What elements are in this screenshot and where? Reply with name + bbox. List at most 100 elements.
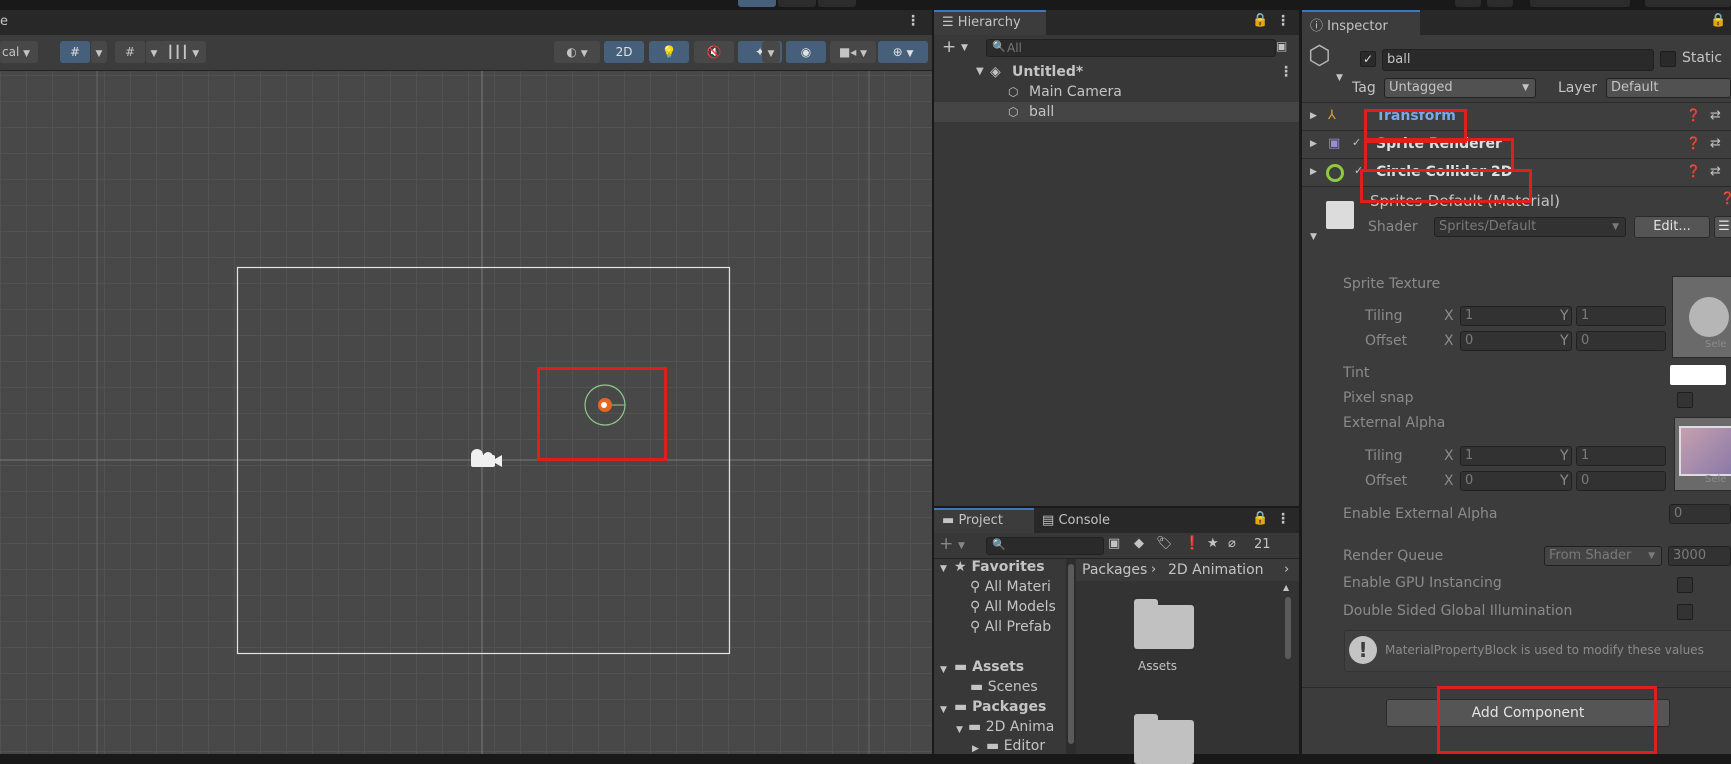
favorite-item[interactable]: ⚲ All Prefab: [970, 619, 1051, 635]
expand-arrow-icon[interactable]: ▶: [1310, 111, 1317, 121]
shader-menu-icon[interactable]: ☰: [1714, 216, 1731, 238]
chevron-down-icon[interactable]: ▼: [958, 541, 965, 551]
enabled-checkbox[interactable]: ✓: [1352, 136, 1361, 149]
assets-folder[interactable]: ▬ Assets: [954, 659, 1024, 675]
presets-icon[interactable]: ⇄: [1710, 136, 1721, 151]
scene-tab-label[interactable]: e: [0, 14, 8, 29]
expand-arrow-icon[interactable]: ▼: [956, 725, 963, 735]
sprite-texture-slot[interactable]: Sele: [1672, 276, 1731, 358]
enabled-checkbox[interactable]: ✓: [1354, 164, 1363, 177]
folder-item[interactable]: ▬ Editor: [986, 738, 1045, 754]
folder-item[interactable]: ▬ 2D Anima: [968, 719, 1054, 735]
lighting-icon[interactable]: 💡: [649, 41, 689, 63]
expand-arrow-icon[interactable]: ▶: [1310, 167, 1317, 177]
search-button[interactable]: [1487, 0, 1513, 7]
component-sprite-renderer[interactable]: ▶ ▣ ✓ Sprite Renderer ❓ ⇄: [1302, 130, 1731, 159]
shading-mode-icon[interactable]: ◐ ▼: [554, 41, 600, 63]
layout-dropdown[interactable]: [1645, 0, 1731, 7]
presets-icon[interactable]: ⇄: [1710, 164, 1721, 179]
select-button[interactable]: Sele: [1705, 474, 1726, 485]
tab-hierarchy[interactable]: ☰ Hierarchy: [934, 10, 1046, 35]
offset-y-field[interactable]: 0: [1576, 331, 1666, 351]
component-circle-collider[interactable]: ▶ ✓ Circle Collider 2D ❓ ⇄: [1302, 158, 1731, 187]
scene-viewport[interactable]: [0, 71, 932, 754]
breadcrumb-item[interactable]: Packages: [1082, 562, 1147, 578]
audio-icon[interactable]: 🔇: [694, 41, 734, 63]
star-icon[interactable]: ★: [1207, 536, 1219, 551]
folder-icon[interactable]: [1134, 599, 1194, 649]
warning-icon[interactable]: ❗: [1184, 536, 1200, 551]
enable-external-alpha-field[interactable]: 0: [1669, 504, 1731, 524]
scene-menu-icon[interactable]: ⋮: [906, 13, 920, 29]
object-name-field[interactable]: ball: [1382, 49, 1654, 71]
lock-icon[interactable]: 🔒: [1252, 511, 1268, 526]
step-button[interactable]: [818, 0, 856, 7]
chevron-down-icon[interactable]: ▼: [961, 43, 968, 53]
help-icon[interactable]: ❓: [1686, 108, 1701, 122]
render-queue-field[interactable]: 3000: [1668, 546, 1731, 566]
favorite-item[interactable]: ⚲ All Models: [970, 599, 1056, 615]
presets-icon[interactable]: ⇄: [1710, 108, 1721, 123]
layers-dropdown[interactable]: [1530, 0, 1630, 7]
project-menu-icon[interactable]: ⋮: [1276, 511, 1290, 527]
help-icon[interactable]: ❓: [1686, 136, 1701, 150]
add-component-button[interactable]: Add Component: [1386, 699, 1670, 727]
pixel-snap-checkbox[interactable]: [1677, 392, 1693, 408]
increment-snap-icon[interactable]: ┃┃┃ ▼: [160, 41, 206, 63]
hidden-packages-icon[interactable]: ⌀: [1228, 536, 1236, 551]
select-button[interactable]: Sele: [1705, 339, 1726, 350]
favorites-label[interactable]: ★ Favorites: [954, 559, 1045, 575]
chevron-down-icon[interactable]: ▼: [1336, 73, 1343, 83]
tiling-x-field[interactable]: 1: [1460, 306, 1572, 326]
hierarchy-item-main-camera[interactable]: ⬡ Main Camera: [934, 82, 1299, 102]
folder-item[interactable]: ▬ Scenes: [970, 679, 1038, 695]
external-alpha-slot[interactable]: Sele: [1674, 417, 1731, 491]
grid-visibility-icon[interactable]: #: [115, 41, 145, 63]
tag-dropdown[interactable]: Untagged ▼: [1384, 78, 1536, 98]
help-icon[interactable]: ❓: [1720, 191, 1731, 205]
scroll-up-icon[interactable]: ▲: [1283, 583, 1289, 592]
tiling-y-field[interactable]: 1: [1576, 306, 1666, 326]
add-icon[interactable]: +: [939, 534, 953, 554]
active-checkbox[interactable]: ✓: [1360, 51, 1376, 67]
gizmos-icon[interactable]: ⊕ ▼: [878, 41, 928, 63]
add-icon[interactable]: +: [942, 37, 956, 57]
expand-arrow-icon[interactable]: ▶: [972, 744, 979, 754]
double-sided-gi-checkbox[interactable]: [1677, 604, 1693, 620]
tab-project[interactable]: ▬ Project: [934, 508, 1034, 533]
chevron-down-icon[interactable]: ▼: [91, 41, 107, 63]
gameobject-icon[interactable]: ⬡: [1308, 41, 1331, 71]
pause-button[interactable]: [778, 0, 816, 7]
tiling-x-field[interactable]: 1: [1460, 446, 1572, 466]
offset-x-field[interactable]: 0: [1460, 471, 1572, 491]
packages-folder[interactable]: ▬ Packages: [954, 699, 1046, 715]
tab-inspector[interactable]: ⓘ Inspector: [1302, 10, 1420, 35]
content-scrollbar[interactable]: ▲: [1281, 583, 1295, 754]
mode-2d-toggle[interactable]: 2D: [604, 41, 644, 63]
hierarchy-search-input[interactable]: All: [986, 39, 1276, 57]
history-button[interactable]: [1455, 0, 1481, 7]
tiling-y-field[interactable]: 1: [1576, 446, 1666, 466]
gpu-instancing-checkbox[interactable]: [1677, 577, 1693, 593]
tint-color-swatch[interactable]: [1670, 365, 1726, 385]
scene-visibility-icon[interactable]: ▣: [1276, 39, 1287, 53]
static-checkbox[interactable]: [1660, 51, 1676, 67]
edit-shader-button[interactable]: Edit...: [1634, 216, 1710, 238]
camera-settings-icon[interactable]: ■◂ ▼: [830, 41, 876, 63]
hierarchy-menu-icon[interactable]: ⋮: [1276, 13, 1290, 29]
label-icon[interactable]: 🏷: [1156, 536, 1173, 551]
expand-arrow-icon[interactable]: ▼: [940, 564, 947, 574]
scene-row-menu-icon[interactable]: ⋮: [1279, 62, 1293, 82]
breadcrumb-item[interactable]: 2D Animation: [1168, 562, 1264, 578]
hierarchy-scene-row[interactable]: ▼ ◈ Untitled* ⋮: [934, 62, 1299, 82]
expand-arrow-icon[interactable]: ▼: [940, 705, 947, 715]
expand-arrow-icon[interactable]: ▼: [1310, 232, 1317, 242]
lock-icon[interactable]: 🔒: [1710, 13, 1726, 28]
draw-mode-dropdown[interactable]: cal ▼: [0, 41, 38, 63]
search-by-type-icon[interactable]: ▣: [1108, 536, 1120, 551]
tab-console[interactable]: ▤ Console: [1034, 508, 1134, 533]
hidden-objects-icon[interactable]: ◉: [786, 41, 826, 63]
offset-x-field[interactable]: 0: [1460, 331, 1572, 351]
help-icon[interactable]: ❓: [1686, 164, 1701, 178]
tree-scrollbar[interactable]: [1066, 559, 1076, 754]
